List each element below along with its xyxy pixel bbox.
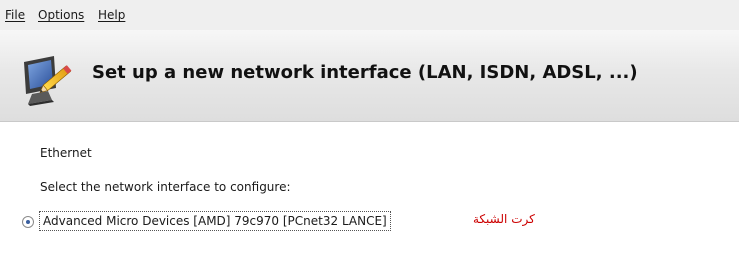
prompt-text: Select the network interface to configur… [40, 180, 291, 194]
menu-help[interactable]: Help [98, 8, 125, 22]
menu-options[interactable]: Options [38, 8, 84, 22]
interface-option-label[interactable]: Advanced Micro Devices [AMD] 79c970 [PCn… [39, 211, 391, 231]
radio-button[interactable] [22, 216, 34, 228]
arabic-annotation: كرت الشبكة [473, 212, 535, 226]
monitor-pencil-icon [18, 52, 74, 108]
wizard-header: Set up a new network interface (LAN, ISD… [0, 30, 739, 122]
menu-bar: File Options Help [0, 0, 739, 30]
page-title: Set up a new network interface (LAN, ISD… [92, 62, 638, 83]
menu-file[interactable]: File [5, 8, 25, 22]
section-label: Ethernet [40, 146, 92, 160]
wizard-content: Ethernet Select the network interface to… [0, 122, 739, 268]
radio-selected-dot [26, 220, 30, 224]
